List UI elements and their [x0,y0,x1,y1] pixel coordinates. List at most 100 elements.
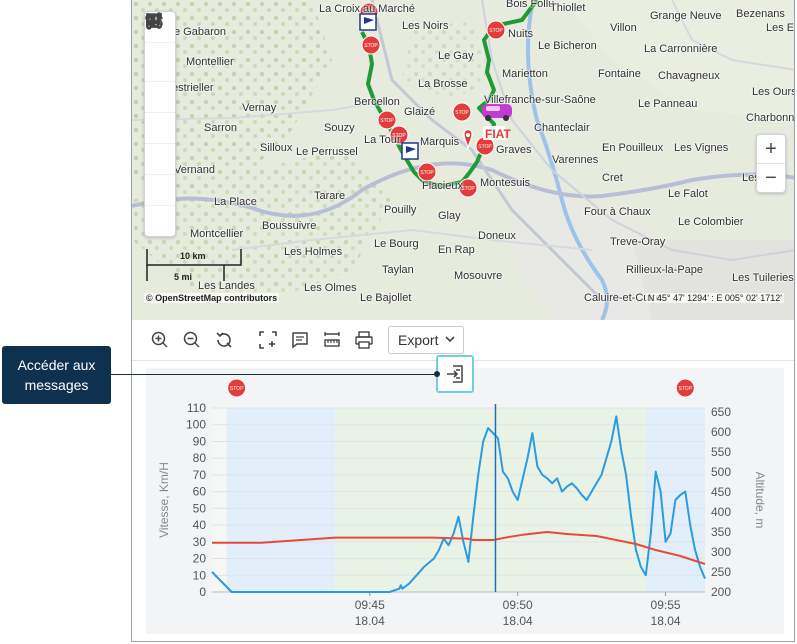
chevron-down-icon [445,336,455,343]
chart-band-trip [335,408,646,592]
reset-zoom-button[interactable] [212,328,236,352]
map-place-label: Le Bicheron [538,40,597,52]
scale-mi: 5 mi [174,272,193,282]
map-place-label: Montcellier [190,228,244,240]
callout-dot [434,371,440,377]
message-button[interactable] [288,328,312,352]
right-tick-label: 500 [711,465,731,479]
map-place-label: Sarron [204,122,238,134]
export-label: Export [398,332,439,348]
map-view[interactable]: STOP STOP STOP STOP STOP STOP STOP STOP STOP F… [132,0,795,320]
map-place-label: Le Bajollet [360,292,412,304]
x-tick-time: 09:55 [651,598,681,612]
ruler-button[interactable] [145,13,175,144]
map-place-label: Les Holmes [284,246,343,258]
map-tools [144,11,176,237]
map-place-label: Montesuis [480,177,531,189]
map-place-label: Fontaine [598,68,641,80]
map-place-label: Les Es [766,22,795,34]
zoom-out-chart-button[interactable] [180,328,204,352]
left-tick-label: 50 [193,501,207,515]
scale-km: 10 km [180,251,206,261]
chart-canvas: 0 10 20 30 40 50 60 70 80 90 100 110 200 250 300 350 400… [157,378,767,628]
map-place-label: Four à Chaux [584,206,651,218]
map-scale: 10 km 5 mi [146,245,242,285]
svg-text:STOP: STOP [461,186,475,192]
left-tick-label: 80 [193,451,207,465]
right-tick-label: 400 [711,505,731,519]
map-place-label: Grange Neuve [650,10,722,22]
map-place-label: La Croix au Marché [319,3,415,15]
zoom-in-icon [151,331,168,348]
map-place-label: Villon [610,22,637,34]
map-place-label: Le Gay [438,50,474,62]
map-place-label: Le Bourg [374,238,419,250]
map-place-label: Les Tuileries [732,272,794,284]
map-layers-button[interactable] [145,13,175,113]
chevron-right-icon [146,13,154,25]
x-tick-date: 18.04 [355,614,385,628]
print-button[interactable] [352,328,376,352]
zoom-in-button[interactable]: + [757,135,785,164]
map-place-label: e Gabaron [174,26,226,38]
map-place-label: Le Falot [668,188,708,200]
svg-text:STOP: STOP [364,43,378,49]
expand-tools-button[interactable] [145,13,175,236]
speed-altitude-chart[interactable]: 0 10 20 30 40 50 60 70 80 90 100 110 200 250 300 350 400… [146,368,784,634]
map-place-label: Taylan [382,264,414,276]
right-tick-label: 450 [711,485,731,499]
map-place-label: estrieller [172,82,214,94]
map-place-label: Les Ours [752,86,795,98]
map-place-label: Chavagneux [658,70,720,82]
map-place-label: Tarare [314,190,346,202]
tracking-panel: STOP STOP STOP STOP STOP STOP STOP STOP STOP F… [131,0,795,642]
left-tick-label: 20 [193,552,207,566]
export-dropdown[interactable]: Export [388,326,464,354]
map-place-label: Cret [602,172,623,184]
map-place-label: Villefranche-sur-Saône [484,94,596,106]
map-place-label: Glay [438,210,461,222]
visibility-button[interactable] [145,13,175,82]
zoom-out-icon [183,331,200,348]
map-place-label: Le Panneau [638,98,698,110]
route-button[interactable] [145,12,175,175]
map-place-label: Pouilly [384,204,417,216]
left-tick-label: 60 [193,485,207,499]
right-tick-label: 600 [711,425,731,439]
stop-marker-label: STOP [230,386,244,392]
zoom-in-chart-button[interactable] [148,328,172,352]
map-place-label: La Place [214,196,257,208]
left-tick-label: 100 [186,418,206,432]
map-place-label: La Tour [364,134,401,146]
left-tick-label: 90 [193,434,207,448]
left-tick-label: 110 [187,401,206,415]
measure-button[interactable] [320,328,344,352]
callout-line-2: messages [24,377,89,393]
map-place-label: Mosouvre [454,270,503,282]
left-tick-label: 10 [193,568,207,582]
left-axis-label: Vitesse, Km/H [157,462,171,538]
map-place-label: Marietton [502,68,548,80]
selection-button[interactable] [256,328,280,352]
message-icon [292,332,308,349]
nodes-button[interactable] [145,13,175,206]
measure-icon [324,332,340,347]
map-place-label: Rillieux-la-Pape [626,264,704,276]
print-icon [355,331,373,349]
callout-connector [111,374,437,375]
go-to-messages-button[interactable] [436,355,474,393]
map-place-label: Thiollet [550,2,586,14]
map-place-label: La Carronnière [644,43,718,55]
map-place-label: Vernay [242,102,277,114]
map-place-label: Le Perrussel [296,146,358,158]
map-place-label: Le Colombier [678,216,744,228]
map-place-label: La Brosse [418,78,468,90]
map-place-label: Les Noirs [402,20,449,32]
map-place-label: Chanteclair [534,122,590,134]
right-tick-label: 250 [711,565,731,579]
vehicle-label: FIAT [485,127,511,141]
zoom-out-button[interactable]: − [757,164,785,192]
svg-text:STOP: STOP [489,28,503,34]
map-place-label: Bezenans [736,8,785,20]
map-place-label: Souzy [324,122,355,134]
